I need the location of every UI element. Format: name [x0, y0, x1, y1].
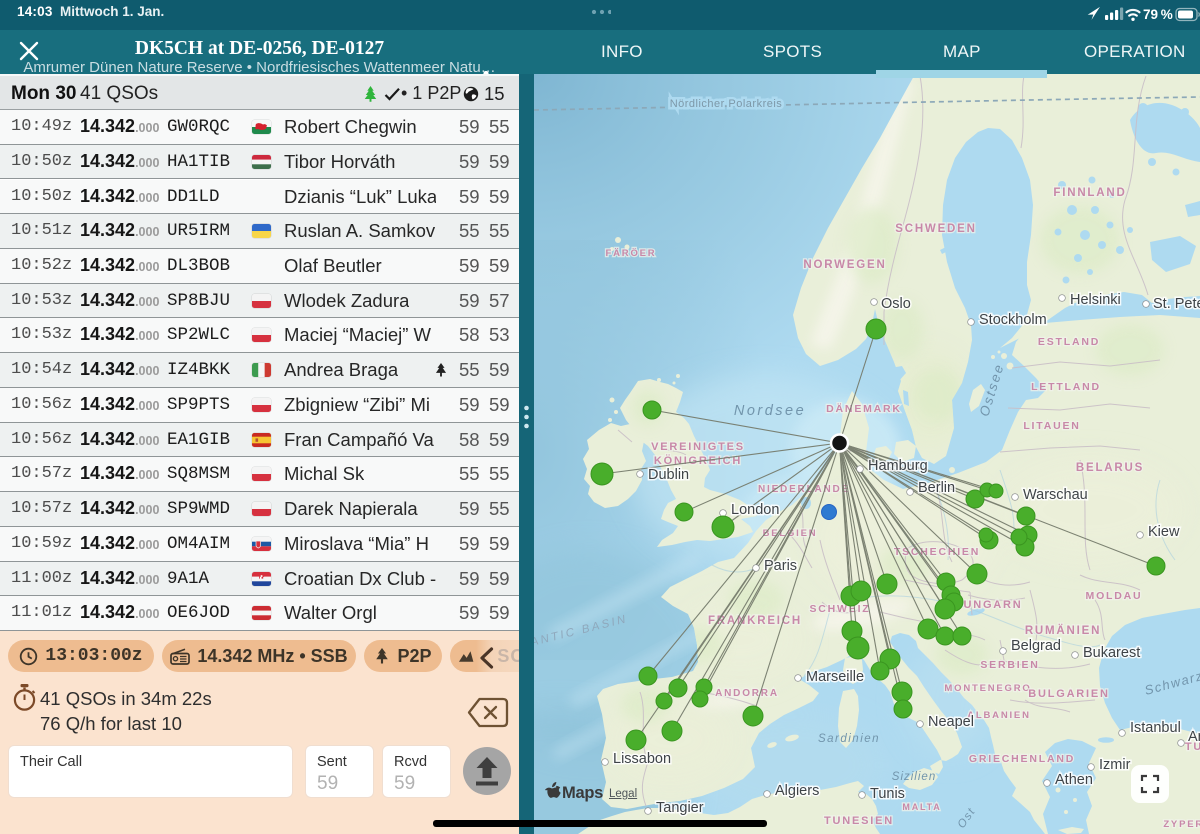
- svg-text:Nördlicher Polarkreis: Nördlicher Polarkreis: [670, 98, 783, 110]
- svg-text:RUMÄNIEN: RUMÄNIEN: [1025, 624, 1101, 637]
- svg-text:LETTLAND: LETTLAND: [1031, 381, 1101, 393]
- svg-text:Hamburg: Hamburg: [868, 458, 928, 474]
- svg-text:SCHWEDEN: SCHWEDEN: [895, 223, 977, 235]
- svg-text:Sizilien: Sizilien: [892, 771, 936, 783]
- svg-text:FÄRÖER: FÄRÖER: [606, 248, 657, 259]
- svg-text:ANDORRA: ANDORRA: [715, 688, 779, 699]
- svg-text:Maps: Maps: [562, 784, 603, 802]
- svg-text:GRIECHENLAND: GRIECHENLAND: [969, 753, 1075, 765]
- svg-text:Nordsee: Nordsee: [734, 403, 806, 419]
- svg-text:Belgrad: Belgrad: [1011, 638, 1061, 654]
- svg-text:MALTA: MALTA: [902, 802, 941, 812]
- svg-text:Kiew: Kiew: [1148, 524, 1180, 540]
- svg-text:Paris: Paris: [764, 558, 797, 574]
- svg-text:Tunis: Tunis: [870, 786, 905, 802]
- svg-text:Bukarest: Bukarest: [1083, 645, 1140, 661]
- svg-text:BELARUS: BELARUS: [1076, 462, 1144, 474]
- svg-text:MONTENEGRO: MONTENEGRO: [944, 683, 1031, 694]
- svg-text:Warschau: Warschau: [1023, 487, 1088, 503]
- svg-text:FINNLAND: FINNLAND: [1053, 187, 1126, 199]
- svg-text:Tangier: Tangier: [656, 800, 704, 816]
- svg-text:TSCHECHIEN: TSCHECHIEN: [894, 546, 980, 558]
- svg-text:VEREINIGTES: VEREINIGTES: [651, 441, 745, 453]
- svg-text:MOLDAU: MOLDAU: [1086, 590, 1143, 602]
- svg-text:Stockholm: Stockholm: [979, 312, 1047, 328]
- svg-text:Izmir: Izmir: [1099, 757, 1131, 773]
- svg-text:79 %: 79 %: [1143, 7, 1173, 22]
- svg-text:BULGARIEN: BULGARIEN: [1028, 688, 1110, 700]
- svg-text:Dublin: Dublin: [648, 467, 689, 483]
- svg-text:Neapel: Neapel: [928, 714, 974, 730]
- svg-text:DÄNEMARK: DÄNEMARK: [826, 402, 902, 415]
- svg-text:TUNESIEN: TUNESIEN: [824, 815, 894, 827]
- svg-text:ESTLAND: ESTLAND: [1038, 336, 1100, 348]
- svg-text:Athen: Athen: [1055, 772, 1093, 788]
- svg-text:Algiers: Algiers: [775, 783, 819, 799]
- svg-text:Sardinien: Sardinien: [818, 733, 880, 745]
- svg-text:Ank: Ank: [1188, 729, 1200, 745]
- svg-text:Helsinki: Helsinki: [1070, 292, 1121, 308]
- svg-text:Istanbul: Istanbul: [1130, 720, 1181, 736]
- svg-text:SCHWEIZ: SCHWEIZ: [809, 603, 870, 615]
- svg-text:ZYPERN: ZYPERN: [1163, 819, 1200, 830]
- svg-text:SERBIEN: SERBIEN: [980, 659, 1039, 671]
- svg-text:St. Petersbu: St. Petersbu: [1153, 296, 1200, 312]
- svg-text:UNGARN: UNGARN: [963, 599, 1022, 611]
- svg-text:Oslo: Oslo: [881, 296, 911, 312]
- svg-text:Marseille: Marseille: [806, 669, 864, 685]
- svg-text:LITAUEN: LITAUEN: [1023, 420, 1080, 432]
- svg-text:ALBANIEN: ALBANIEN: [967, 710, 1030, 721]
- svg-text:NORWEGEN: NORWEGEN: [803, 259, 886, 271]
- svg-text:Berlin: Berlin: [918, 480, 955, 496]
- svg-text:London: London: [731, 502, 779, 518]
- svg-text:Lissabon: Lissabon: [613, 751, 671, 767]
